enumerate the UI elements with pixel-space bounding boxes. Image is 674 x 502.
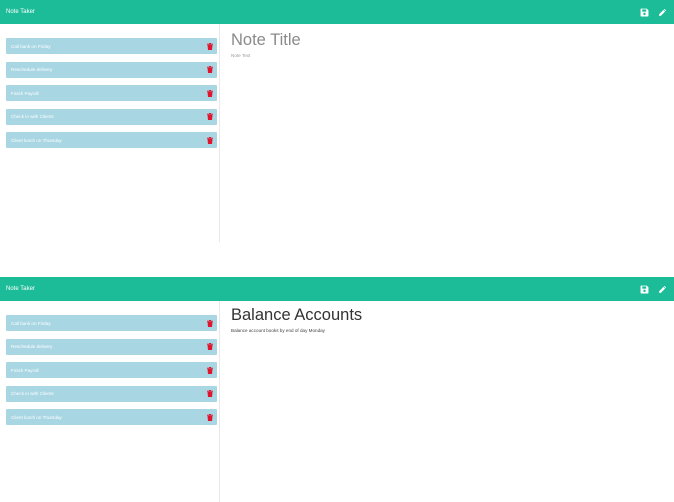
list-item[interactable]: Check in with Clients — [6, 108, 217, 125]
note-item-label: Finish Payroll — [11, 90, 39, 96]
list-item[interactable]: Reschedule delivery — [6, 61, 217, 78]
navbar-brand[interactable]: Note Taker — [6, 286, 35, 292]
note-editor: Balance Accounts Balance account books b… — [231, 301, 674, 333]
save-icon[interactable] — [640, 285, 649, 294]
list-item[interactable]: Reschedule delivery — [6, 338, 217, 355]
list-item[interactable]: Finish Payroll — [6, 85, 217, 101]
trash-icon[interactable] — [207, 343, 213, 350]
save-icon[interactable] — [640, 8, 649, 17]
note-item-label: Client lunch on Thursday — [11, 414, 62, 420]
trash-icon[interactable] — [207, 42, 213, 50]
sidebar: Call bank on Friday Reschedule delivery … — [0, 24, 220, 242]
trash-icon[interactable] — [207, 413, 213, 421]
list-item[interactable]: Check in with Clients — [6, 385, 217, 402]
trash-icon[interactable] — [207, 319, 213, 327]
note-list: Call bank on Friday Reschedule delivery … — [0, 301, 219, 425]
note-text-area[interactable]: Balance account books by end of day Mond… — [231, 328, 674, 333]
trash-icon[interactable] — [207, 136, 213, 144]
navbar: Note Taker — [0, 0, 674, 24]
note-title-input[interactable]: Balance Accounts — [231, 301, 674, 328]
trash-icon[interactable] — [207, 66, 213, 73]
note-list: Call bank on Friday Reschedule delivery … — [0, 24, 219, 148]
note-item-label: Call bank on Friday — [11, 320, 51, 326]
trash-icon[interactable] — [207, 390, 213, 397]
screen-saved-note: Note Taker Call bank on Friday Reschedul… — [0, 277, 674, 502]
screen-new-note: Note Taker Call bank on Friday Reschedul… — [0, 0, 674, 242]
note-item-label: Check in with Clients — [11, 114, 54, 119]
sidebar: Call bank on Friday Reschedule delivery … — [0, 301, 220, 502]
navbar-actions — [640, 8, 668, 17]
list-item[interactable]: Call bank on Friday — [6, 38, 217, 54]
note-item-label: Finish Payroll — [11, 367, 39, 373]
note-item-label: Check in with Clients — [11, 391, 54, 396]
navbar-actions — [640, 285, 668, 294]
navbar-brand[interactable]: Note Taker — [6, 9, 35, 15]
note-item-label: Call bank on Friday — [11, 43, 51, 49]
pencil-icon[interactable] — [658, 285, 667, 294]
note-editor: Note Title Note Text — [231, 24, 674, 58]
pencil-icon[interactable] — [658, 8, 667, 17]
trash-icon[interactable] — [207, 89, 213, 97]
list-item[interactable]: Client lunch on Thursday — [6, 132, 217, 148]
list-item[interactable]: Finish Payroll — [6, 362, 217, 378]
note-item-label: Client lunch on Thursday — [11, 137, 62, 143]
note-item-label: Reschedule delivery — [11, 344, 53, 349]
list-item[interactable]: Client lunch on Thursday — [6, 409, 217, 425]
note-item-label: Reschedule delivery — [11, 67, 53, 72]
trash-icon[interactable] — [207, 366, 213, 374]
note-text-area[interactable]: Note Text — [231, 53, 674, 58]
list-item[interactable]: Call bank on Friday — [6, 315, 217, 331]
note-title-input[interactable]: Note Title — [231, 24, 674, 51]
navbar: Note Taker — [0, 277, 674, 301]
trash-icon[interactable] — [207, 113, 213, 120]
